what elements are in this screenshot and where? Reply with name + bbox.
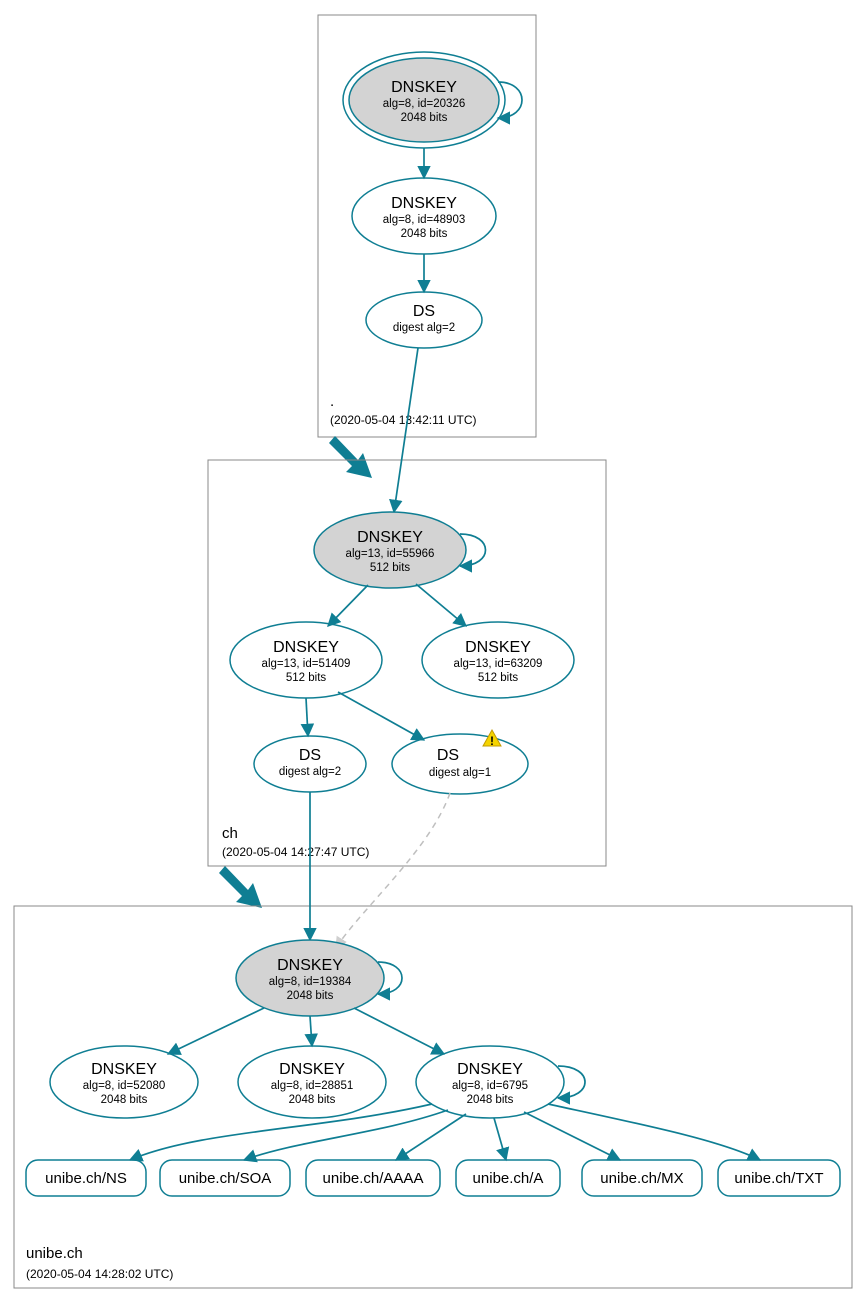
edge-rootds-chksk (394, 348, 418, 512)
rr-soa: unibe.ch/SOA (160, 1160, 290, 1196)
zone-time-ch: (2020-05-04 14:27:47 UTC) (222, 845, 369, 859)
zone-label-leaf: unibe.ch (26, 1245, 83, 1262)
svg-text:alg=13, id=63209: alg=13, id=63209 (454, 658, 543, 670)
svg-text:unibe.ch/NS: unibe.ch/NS (45, 1170, 127, 1187)
rr-a: unibe.ch/A (456, 1160, 560, 1196)
rr-aaaa: unibe.ch/AAAA (306, 1160, 440, 1196)
edge-k3-aaaa (396, 1114, 466, 1160)
node-ch-zsk2: DNSKEY alg=13, id=63209 512 bits (422, 622, 574, 698)
node-root-ds: DS digest alg=2 (366, 292, 482, 348)
node-leaf-k1: DNSKEY alg=8, id=52080 2048 bits (50, 1046, 198, 1118)
svg-text:alg=13, id=55966: alg=13, id=55966 (346, 548, 435, 560)
svg-text:unibe.ch/AAAA: unibe.ch/AAAA (323, 1170, 424, 1187)
svg-text:DNSKEY: DNSKEY (465, 639, 531, 656)
svg-text:alg=8, id=48903: alg=8, id=48903 (383, 214, 466, 226)
svg-text:unibe.ch/MX: unibe.ch/MX (600, 1170, 683, 1187)
svg-text:2048 bits: 2048 bits (101, 1094, 148, 1106)
svg-text:DS: DS (299, 747, 321, 764)
svg-text:512 bits: 512 bits (478, 672, 519, 684)
svg-text:DNSKEY: DNSKEY (457, 1061, 523, 1078)
rr-txt: unibe.ch/TXT (718, 1160, 840, 1196)
node-ch-ksk: DNSKEY alg=13, id=55966 512 bits (314, 512, 466, 588)
svg-text:alg=13, id=51409: alg=13, id=51409 (262, 658, 351, 670)
rr-ns: unibe.ch/NS (26, 1160, 146, 1196)
svg-text:unibe.ch/TXT: unibe.ch/TXT (734, 1170, 823, 1187)
svg-text:alg=8, id=20326: alg=8, id=20326 (383, 98, 466, 110)
svg-text:unibe.ch/A: unibe.ch/A (473, 1170, 544, 1187)
edge-chksk-zsk2 (416, 584, 466, 626)
svg-text:DNSKEY: DNSKEY (273, 639, 339, 656)
zone-arrow-ch-leaf (219, 866, 262, 908)
svg-text:DNSKEY: DNSKEY (91, 1061, 157, 1078)
node-ch-zsk1: DNSKEY alg=13, id=51409 512 bits (230, 622, 382, 698)
svg-text:2048 bits: 2048 bits (401, 228, 448, 240)
edge-k3-a (494, 1118, 506, 1160)
zone-label-ch: ch (222, 825, 238, 842)
svg-text:2048 bits: 2048 bits (289, 1094, 336, 1106)
edge-ds2-leafksk (336, 793, 450, 948)
svg-text:DNSKEY: DNSKEY (279, 1061, 345, 1078)
zone-time-root: (2020-05-04 13:42:11 UTC) (330, 413, 477, 427)
svg-text:alg=8, id=52080: alg=8, id=52080 (83, 1080, 166, 1092)
node-ch-ds1: DS digest alg=2 (254, 736, 366, 792)
node-root-ksk: DNSKEY alg=8, id=20326 2048 bits (343, 52, 505, 148)
svg-text:digest alg=2: digest alg=2 (279, 766, 341, 778)
edge-leafksk-k2 (310, 1016, 312, 1046)
node-ch-ds2: DS digest alg=1 ! (392, 730, 528, 794)
edge-chksk-zsk1 (328, 585, 368, 626)
zone-arrow-root-ch (329, 436, 372, 478)
svg-text:DNSKEY: DNSKEY (391, 195, 457, 212)
edge-zsk1-ds2 (338, 692, 424, 740)
svg-text:digest alg=1: digest alg=1 (429, 767, 491, 779)
zone-label-root: . (330, 393, 334, 410)
svg-text:unibe.ch/SOA: unibe.ch/SOA (179, 1170, 272, 1187)
svg-text:512 bits: 512 bits (286, 672, 327, 684)
svg-text:alg=8, id=6795: alg=8, id=6795 (452, 1080, 528, 1092)
svg-text:DNSKEY: DNSKEY (277, 957, 343, 974)
node-root-zsk: DNSKEY alg=8, id=48903 2048 bits (352, 178, 496, 254)
svg-text:2048 bits: 2048 bits (467, 1094, 514, 1106)
svg-text:512 bits: 512 bits (370, 562, 411, 574)
svg-text:DNSKEY: DNSKEY (357, 529, 423, 546)
svg-text:DS: DS (437, 747, 459, 764)
edge-k3-mx (524, 1112, 620, 1160)
edge-leafksk-k1 (168, 1008, 264, 1054)
edge-k3-txt (548, 1104, 760, 1160)
svg-text:alg=8, id=28851: alg=8, id=28851 (271, 1080, 354, 1092)
node-leaf-k2: DNSKEY alg=8, id=28851 2048 bits (238, 1046, 386, 1118)
edge-zsk1-ds1 (306, 698, 308, 736)
svg-text:digest alg=2: digest alg=2 (393, 322, 455, 334)
edge-k3-soa (244, 1110, 448, 1160)
edge-leafksk-k3 (354, 1008, 444, 1054)
zone-time-leaf: (2020-05-04 14:28:02 UTC) (26, 1267, 173, 1281)
rr-mx: unibe.ch/MX (582, 1160, 702, 1196)
svg-text:DS: DS (413, 303, 435, 320)
node-leaf-ksk: DNSKEY alg=8, id=19384 2048 bits (236, 940, 384, 1016)
svg-text:DNSKEY: DNSKEY (391, 79, 457, 96)
node-leaf-k3: DNSKEY alg=8, id=6795 2048 bits (416, 1046, 564, 1118)
svg-text:2048 bits: 2048 bits (287, 990, 334, 1002)
svg-text:alg=8, id=19384: alg=8, id=19384 (269, 976, 352, 988)
svg-text:2048 bits: 2048 bits (401, 112, 448, 124)
svg-text:!: ! (490, 734, 494, 748)
